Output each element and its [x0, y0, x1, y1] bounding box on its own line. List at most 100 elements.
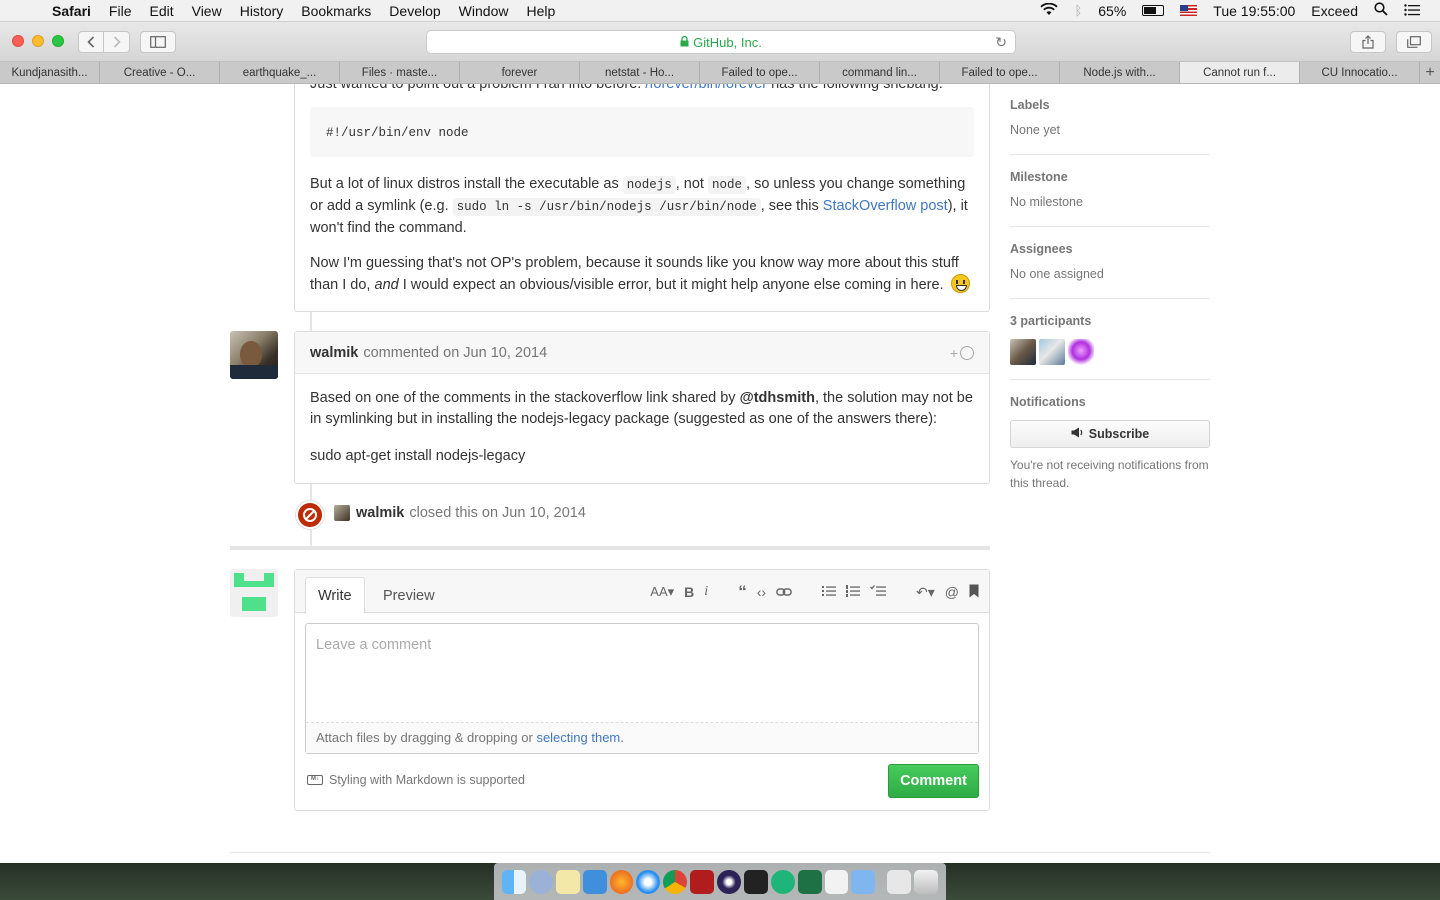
reply-icon[interactable]: ↶▾	[916, 584, 935, 601]
mention-icon[interactable]: @	[945, 584, 959, 600]
text-size-icon[interactable]: AA▾	[650, 584, 674, 600]
subscribe-button[interactable]: Subscribe	[1010, 420, 1210, 448]
close-window-button[interactable]	[12, 35, 24, 47]
safari-icon[interactable]	[636, 869, 661, 894]
comment-author-link[interactable]: walmik	[310, 345, 358, 361]
browser-tab[interactable]: earthquake_...	[220, 62, 340, 83]
menu-edit[interactable]: Edit	[149, 3, 173, 19]
chrome-icon[interactable]	[663, 869, 688, 894]
browser-tab[interactable]: CU Innocatio...	[1300, 62, 1420, 83]
browser-tab[interactable]: netstat - Ho...	[580, 62, 700, 83]
event-author-link[interactable]: walmik	[356, 505, 404, 521]
avatar[interactable]	[334, 505, 350, 521]
browser-tab[interactable]: Node.js with...	[1060, 62, 1180, 83]
chevron-right-icon	[113, 36, 121, 48]
code-icon[interactable]: ‹›	[757, 584, 766, 600]
quote-icon[interactable]: “	[738, 582, 747, 602]
participants-section: 3 participants	[1010, 299, 1210, 380]
tab-write[interactable]: Write	[305, 577, 365, 614]
zoom-window-button[interactable]	[52, 35, 64, 47]
bold-icon[interactable]: B	[684, 584, 694, 600]
menu-file[interactable]: File	[109, 3, 132, 19]
clock[interactable]: Tue 19:55:00	[1213, 3, 1295, 19]
user-name[interactable]: Exceed	[1311, 3, 1358, 19]
browser-tab[interactable]: Failed to ope...	[700, 62, 820, 83]
section-value: None yet	[1010, 123, 1061, 137]
sidebar-toggle-button[interactable]	[140, 31, 176, 53]
comment-meta[interactable]: commented on Jun 10, 2014	[363, 345, 547, 361]
text: Attach files by dragging & dropping or	[316, 730, 533, 745]
comment-button[interactable]: Comment	[888, 764, 979, 798]
browser-tab[interactable]: command lin...	[820, 62, 940, 83]
firefox-icon[interactable]	[609, 869, 634, 894]
avatar[interactable]	[230, 331, 278, 379]
section-heading[interactable]: Labels	[1010, 98, 1210, 112]
eclipse-icon[interactable]	[717, 869, 741, 894]
app-store-icon[interactable]	[770, 869, 795, 894]
browser-tab[interactable]: Files · maste...	[340, 62, 460, 83]
wifi-icon[interactable]	[1040, 2, 1059, 19]
browser-tab-active[interactable]: Cannot run f...	[1180, 62, 1300, 83]
show-all-tabs-button[interactable]	[1396, 31, 1432, 53]
terminal-icon[interactable]	[743, 869, 768, 894]
browser-tab[interactable]: Creative - O...	[100, 62, 220, 83]
forever-path-link[interactable]: /forever/bin/forever	[645, 84, 767, 92]
trash-icon[interactable]	[914, 869, 938, 894]
share-icon	[1362, 35, 1374, 49]
inkscape-icon[interactable]	[824, 869, 849, 894]
excel-icon[interactable]	[797, 869, 822, 894]
bookmark-icon[interactable]	[969, 584, 979, 601]
address-bar[interactable]: GitHub, Inc. ↻	[426, 30, 1016, 54]
inline-code: sudo ln -s /usr/bin/nodejs /usr/bin/node	[452, 198, 761, 216]
avatar[interactable]	[230, 569, 278, 617]
textedit-icon[interactable]	[555, 869, 580, 894]
menu-help[interactable]: Help	[526, 3, 555, 19]
browser-tab[interactable]: Kundjanasith...	[0, 62, 100, 83]
stackoverflow-post-link[interactable]: StackOverflow post	[823, 198, 948, 214]
browser-tab[interactable]: Failed to ope...	[940, 62, 1060, 83]
menu-app[interactable]: Safari	[52, 3, 91, 19]
attach-files-bar[interactable]: Attach files by dragging & dropping or s…	[306, 723, 978, 753]
back-button[interactable]	[78, 31, 104, 53]
finder-icon[interactable]	[502, 869, 526, 894]
comment-textarea[interactable]: Leave a comment	[306, 624, 978, 723]
preview-icon[interactable]	[887, 869, 912, 894]
reload-icon[interactable]: ↻	[995, 34, 1007, 51]
section-heading[interactable]: Milestone	[1010, 170, 1210, 184]
menu-view[interactable]: View	[192, 3, 222, 19]
battery-icon[interactable]	[1142, 5, 1165, 16]
menu-history[interactable]: History	[240, 3, 284, 19]
link-icon[interactable]	[776, 584, 792, 600]
select-files-link[interactable]: selecting them	[536, 730, 620, 745]
input-source-flag-icon[interactable]	[1180, 5, 1198, 16]
minimize-window-button[interactable]	[32, 35, 44, 47]
task-list-icon[interactable]	[870, 584, 887, 600]
notification-center-icon[interactable]	[1404, 3, 1420, 19]
share-button[interactable]	[1350, 31, 1386, 53]
menu-window[interactable]: Window	[459, 3, 509, 19]
section-heading[interactable]: Assignees	[1010, 242, 1210, 256]
italic-icon[interactable]: i	[704, 584, 708, 600]
browser-tab[interactable]: forever	[460, 62, 580, 83]
add-reaction-button[interactable]: +	[950, 345, 974, 361]
closed-event: walmik closed this on Jun 10, 2014	[334, 505, 586, 521]
spotlight-icon[interactable]	[1374, 2, 1388, 19]
avatar[interactable]	[1068, 339, 1094, 365]
keynote-icon[interactable]	[582, 869, 607, 894]
section-value: No one assigned	[1010, 267, 1104, 281]
forward-button[interactable]	[104, 31, 130, 53]
markdown-note-text[interactable]: Styling with Markdown is supported	[329, 773, 525, 787]
user-mention-link[interactable]: @tdhsmith	[740, 390, 815, 406]
r-app-icon[interactable]	[528, 869, 553, 894]
menu-bookmarks[interactable]: Bookmarks	[301, 3, 371, 19]
new-tab-button[interactable]: +	[1420, 62, 1440, 83]
acrobat-icon[interactable]	[690, 869, 714, 894]
mail-icon[interactable]	[851, 869, 876, 894]
ordered-list-icon[interactable]	[846, 584, 861, 600]
unordered-list-icon[interactable]	[822, 584, 837, 600]
tab-preview[interactable]: Preview	[371, 577, 447, 614]
avatar[interactable]	[1039, 339, 1065, 365]
avatar[interactable]	[1010, 339, 1036, 365]
bluetooth-icon[interactable]: ᛒ	[1074, 3, 1082, 18]
menu-develop[interactable]: Develop	[389, 3, 440, 19]
